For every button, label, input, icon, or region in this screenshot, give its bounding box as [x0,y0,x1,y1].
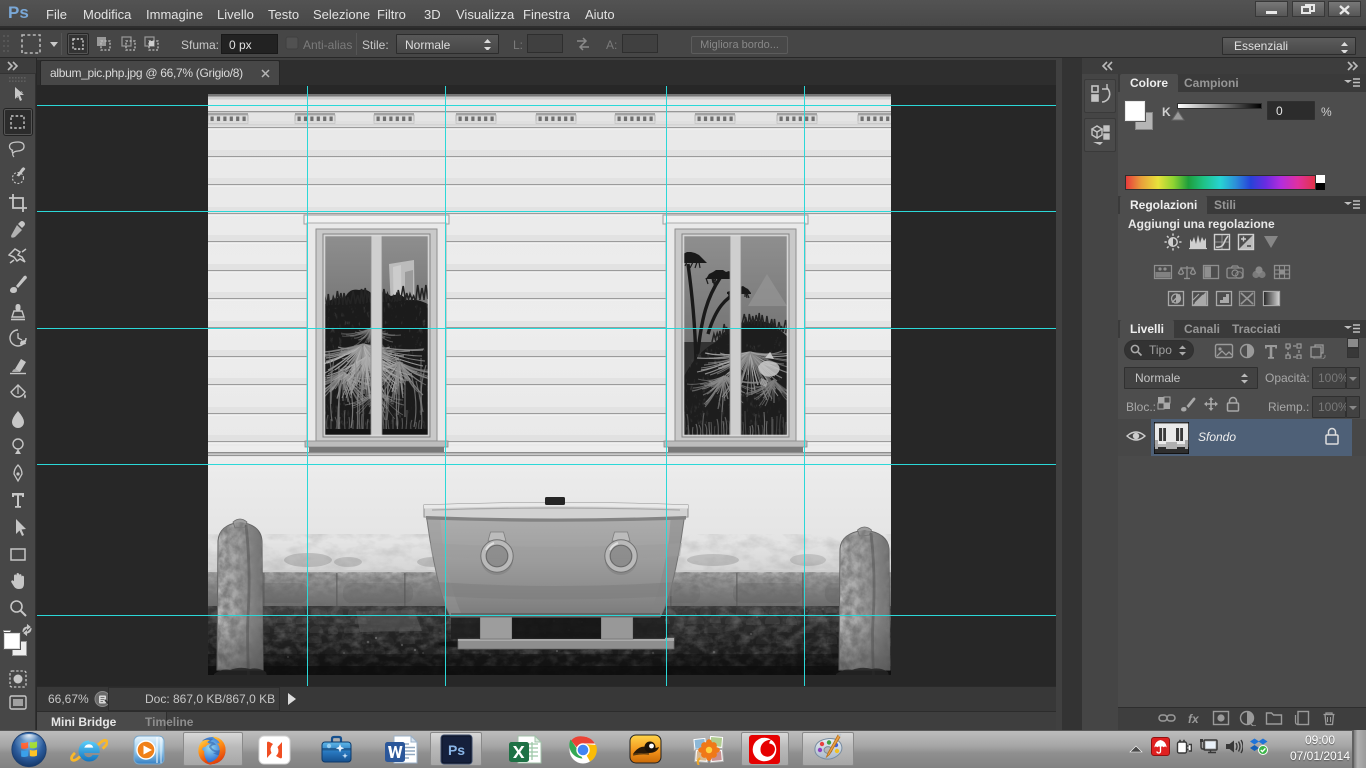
svg-text:Ps: Ps [448,742,465,758]
